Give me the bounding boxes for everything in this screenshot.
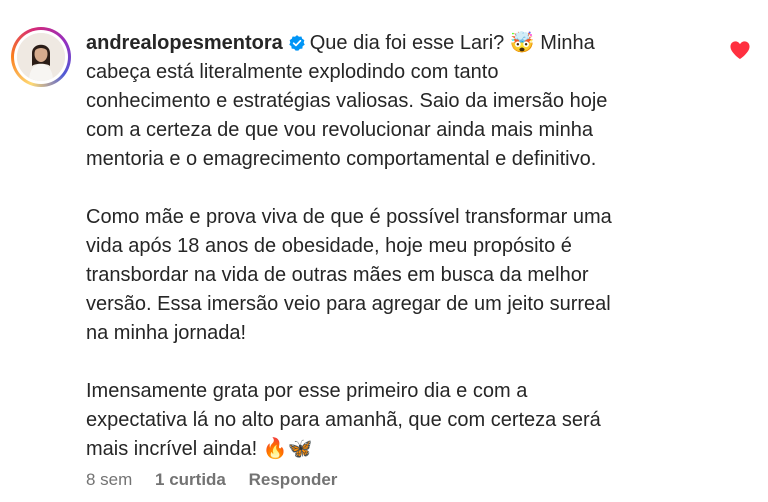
comment-line: vida após 18 anos de obesidade, hoje meu… <box>86 235 572 257</box>
comment-line: Imensamente grata por esse primeiro dia … <box>86 380 528 402</box>
comment-line: versão. Essa imersão veio para agregar d… <box>86 293 611 315</box>
comment-line: na minha jornada! <box>86 322 247 344</box>
comment-body: andrealopesmentora Que dia foi esse Lari… <box>86 29 686 464</box>
comment-line: andrealopesmentora Que dia foi esse Lari… <box>86 29 686 58</box>
avatar-story-ring[interactable] <box>11 27 71 87</box>
like-count[interactable]: 1 curtida <box>155 470 226 489</box>
reply-button[interactable]: Responder <box>249 470 338 489</box>
comment-time[interactable]: 8 sem <box>86 470 132 489</box>
comment-item: andrealopesmentora Que dia foi esse Lari… <box>0 0 768 502</box>
username[interactable]: andrealopesmentora <box>86 32 283 54</box>
comment-line: expectativa lá no alto para amanhã, que … <box>86 409 601 431</box>
comment-line: conhecimento e estratégias valiosas. Sai… <box>86 90 608 112</box>
avatar-image <box>17 33 65 81</box>
verified-badge-icon <box>289 35 305 51</box>
comment-line: Como mãe e prova viva de que é possível … <box>86 206 612 228</box>
avatar-frame <box>14 30 68 84</box>
comment-line: mentoria e o emagrecimento comportamenta… <box>86 148 597 170</box>
comment-line: cabeça está literalmente explodindo com … <box>86 61 499 83</box>
comment-meta: 8 sem 1 curtida Responder <box>86 470 355 490</box>
comment-line: com a certeza de que vou revolucionar ai… <box>86 119 593 141</box>
comment-line: transbordar na vida de outras mães em bu… <box>86 264 589 286</box>
comment-line: mais incrível ainda! 🔥🦋 <box>86 438 313 460</box>
comment-text: Que dia foi esse Lari? 🤯 Minha <box>309 32 595 54</box>
heart-icon[interactable] <box>729 40 751 60</box>
avatar[interactable] <box>17 33 65 81</box>
